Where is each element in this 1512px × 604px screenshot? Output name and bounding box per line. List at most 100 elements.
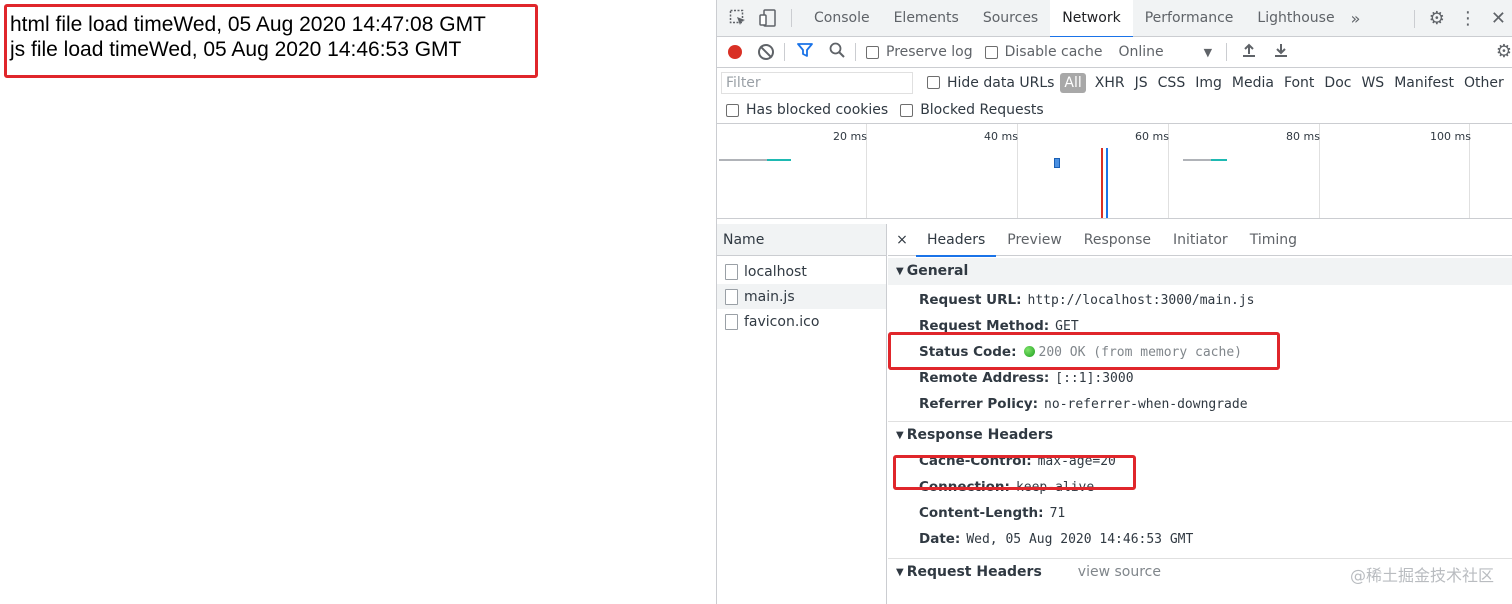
- tab-console[interactable]: Console: [802, 0, 882, 37]
- requests-area: Name localhost main.js favicon.ico × Hea…: [717, 224, 1512, 604]
- file-icon: [725, 313, 738, 330]
- tick-label: 40 ms: [984, 130, 1018, 143]
- header-value: no-referrer-when-downgrade: [1044, 397, 1248, 412]
- tick-label: 100 ms: [1430, 130, 1471, 143]
- request-row-mainjs[interactable]: main.js: [717, 284, 886, 309]
- document-icon: [725, 263, 738, 280]
- header-value: [::1]:3000: [1055, 371, 1134, 386]
- triangle-down-icon: ▼: [896, 266, 904, 277]
- tab-preview[interactable]: Preview: [996, 224, 1073, 256]
- filter-type-other[interactable]: Other: [1459, 75, 1509, 91]
- network-overview-timeline[interactable]: 20 ms 40 ms 60 ms 80 ms 100 ms: [717, 124, 1512, 219]
- general-title: General: [906, 263, 969, 279]
- settings-gear-icon[interactable]: ⚙: [1429, 8, 1445, 29]
- close-devtools-icon[interactable]: ✕: [1491, 8, 1506, 29]
- record-button[interactable]: [728, 45, 742, 59]
- throttle-value: Online: [1118, 44, 1164, 60]
- tab-lighthouse[interactable]: Lighthouse: [1245, 0, 1346, 37]
- filter-type-doc[interactable]: Doc: [1319, 75, 1356, 91]
- filter-type-media[interactable]: Media: [1227, 75, 1279, 91]
- checkbox-box[interactable]: [900, 103, 914, 117]
- tab-response[interactable]: Response: [1073, 224, 1162, 256]
- highlight-box-cache-control: [893, 455, 1136, 490]
- filter-type-xhr[interactable]: XHR: [1090, 75, 1130, 91]
- header-key: Content-Length:: [919, 505, 1044, 521]
- devtools-tabbar: Console Elements Sources Network Perform…: [717, 0, 1512, 38]
- device-toolbar-icon[interactable]: [757, 7, 779, 29]
- filter-type-ws[interactable]: WS: [1356, 75, 1389, 91]
- general-section-header[interactable]: ▼ General: [888, 258, 1512, 285]
- request-bar-localhost-receive: [767, 159, 791, 161]
- blocked-requests-label: Blocked Requests: [920, 102, 1044, 118]
- preserve-log-label: Preserve log: [886, 44, 973, 60]
- filter-type-css[interactable]: CSS: [1153, 75, 1191, 91]
- checkbox-box[interactable]: [726, 103, 739, 117]
- search-icon[interactable]: [829, 42, 845, 62]
- tab-performance[interactable]: Performance: [1133, 0, 1246, 37]
- has-blocked-cookies-checkbox[interactable]: Has blocked cookies: [726, 102, 888, 118]
- tab-initiator[interactable]: Initiator: [1162, 224, 1239, 256]
- import-har-icon[interactable]: [1241, 42, 1257, 62]
- header-value: 71: [1049, 506, 1066, 521]
- inspect-element-icon[interactable]: [727, 7, 749, 29]
- tab-headers[interactable]: Headers: [916, 224, 997, 257]
- close-icon[interactable]: ×: [888, 232, 916, 248]
- filter-type-img[interactable]: Img: [1190, 75, 1227, 91]
- tick-label: 60 ms: [1135, 130, 1169, 143]
- disable-cache-checkbox[interactable]: Disable cache: [984, 44, 1103, 60]
- kebab-menu-icon[interactable]: ⋮: [1459, 8, 1477, 29]
- blocked-requests-checkbox[interactable]: Blocked Requests: [900, 102, 1044, 118]
- toolbar-separator-2: [855, 43, 856, 61]
- view-source-link[interactable]: view source: [1078, 564, 1161, 580]
- tabbar-right-icons: ⚙ ⋮ ✕: [1413, 0, 1506, 37]
- hide-data-urls-label: Hide data URLs: [947, 74, 1055, 91]
- filter-type-manifest[interactable]: Manifest: [1389, 75, 1459, 91]
- request-row-favicon[interactable]: favicon.ico: [717, 309, 886, 334]
- tick-label: 80 ms: [1286, 130, 1320, 143]
- header-key: Request URL:: [919, 292, 1022, 308]
- request-row-localhost[interactable]: localhost: [717, 259, 886, 284]
- request-headers-title: Request Headers: [906, 564, 1042, 580]
- tab-network[interactable]: Network: [1050, 0, 1134, 38]
- filter-type-all[interactable]: All: [1060, 72, 1086, 93]
- name-column-header[interactable]: Name: [717, 224, 886, 256]
- more-tabs-icon[interactable]: »: [1351, 9, 1361, 28]
- tab-elements[interactable]: Elements: [882, 0, 971, 37]
- checkbox-box[interactable]: [927, 76, 940, 89]
- header-value: Wed, 05 Aug 2020 14:46:53 GMT: [966, 532, 1194, 547]
- response-headers-section-header[interactable]: ▼ Response Headers: [888, 421, 1512, 448]
- checkbox-box[interactable]: [866, 45, 879, 59]
- date-row: Date: Wed, 05 Aug 2020 14:46:53 GMT: [888, 526, 1512, 552]
- tab-sources[interactable]: Sources: [971, 0, 1050, 37]
- content-length-row: Content-Length: 71: [888, 500, 1512, 526]
- checkbox-box[interactable]: [984, 45, 998, 59]
- filter-funnel-icon[interactable]: [797, 42, 813, 62]
- triangle-down-icon: ▼: [896, 430, 904, 441]
- preserve-log-checkbox[interactable]: Preserve log: [866, 44, 973, 60]
- clear-icon[interactable]: [758, 44, 774, 60]
- details-tabbar: × Headers Preview Response Initiator Tim…: [888, 224, 1512, 257]
- script-file-icon: [725, 288, 738, 305]
- request-name: favicon.ico: [744, 313, 820, 330]
- filter-input[interactable]: Filter: [721, 71, 913, 94]
- request-name: main.js: [744, 288, 795, 305]
- throttle-select[interactable]: Online ▼: [1118, 44, 1212, 60]
- page-content: html file load timeWed, 05 Aug 2020 14:4…: [0, 0, 716, 604]
- blocked-filter-bar: Has blocked cookies Blocked Requests: [717, 97, 1512, 124]
- request-url-row: Request URL: http://localhost:3000/main.j…: [888, 287, 1512, 313]
- header-key: Date:: [919, 531, 961, 547]
- header-value: http://localhost:3000/main.js: [1027, 293, 1255, 308]
- filter-type-font[interactable]: Font: [1279, 75, 1319, 91]
- export-har-icon[interactable]: [1273, 42, 1289, 62]
- network-settings-icon[interactable]: ⚙: [1496, 41, 1512, 62]
- has-blocked-cookies-label: Has blocked cookies: [746, 102, 889, 118]
- filter-type-js[interactable]: JS: [1130, 75, 1153, 91]
- header-key: Remote Address:: [919, 370, 1050, 386]
- request-name: localhost: [744, 263, 807, 280]
- request-bar-mainjs: [1054, 158, 1060, 168]
- tab-timing[interactable]: Timing: [1239, 224, 1308, 256]
- hide-data-urls-checkbox[interactable]: Hide data URLs: [927, 75, 1054, 91]
- request-bar-favicon-receive: [1211, 159, 1227, 161]
- disable-cache-label: Disable cache: [1004, 44, 1103, 60]
- header-key: Referrer Policy:: [919, 396, 1039, 412]
